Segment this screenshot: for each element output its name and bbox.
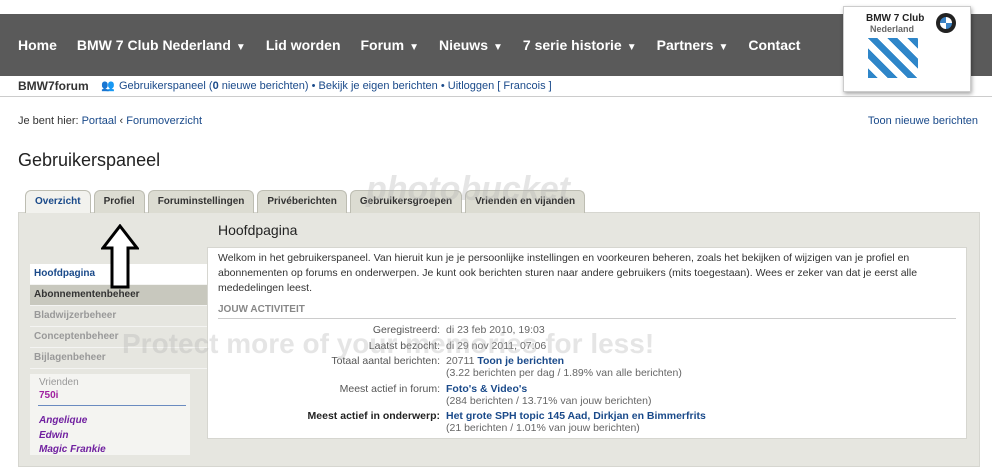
breadcrumb-forum[interactable]: Forumoverzicht <box>126 115 202 127</box>
logo-title: BMW 7 Club <box>866 13 925 24</box>
up-arrow-annotation-icon <box>101 224 139 289</box>
friend-link[interactable]: Angelique <box>39 415 87 426</box>
active-forum-value: Foto's & Video's <box>446 383 527 395</box>
active-topic-stats: (21 berichten / 1.01% van jouw berichten… <box>446 422 640 434</box>
photobucket-tagline: Protect more of your memories for less! <box>122 328 655 359</box>
friend-link[interactable]: Magic Frankie <box>39 444 106 455</box>
divider <box>218 318 956 319</box>
sidebar-item-bookmarks[interactable]: Bladwijzerbeheer <box>30 306 208 327</box>
active-forum-stats: (284 berichten / 13.71% van jouw bericht… <box>446 395 652 407</box>
tab-profile[interactable]: Profiel <box>93 190 145 213</box>
active-topic-label: Meest actief in onderwerp: <box>307 410 440 422</box>
divider <box>38 405 186 406</box>
breadcrumb-portal[interactable]: Portaal <box>82 115 117 127</box>
caret-down-icon: ▼ <box>718 42 729 53</box>
posts-stats: (3.22 berichten per dag / 1.89% van alle… <box>446 367 682 379</box>
nav-contact[interactable]: Contact <box>748 37 800 53</box>
active-forum-label: Meest actief in forum: <box>339 383 440 395</box>
breadcrumb-prefix: Je bent hier: <box>18 115 82 127</box>
forum-user-bar: BMW7forum 👥 Gebruikerspaneel (0 nieuwe be… <box>0 76 992 97</box>
caret-down-icon: ▼ <box>492 42 503 53</box>
caret-down-icon: ▼ <box>409 42 419 53</box>
bmw-logo-icon <box>936 13 956 33</box>
separator: • <box>437 80 448 92</box>
active-forum-link[interactable]: Foto's & Video's <box>446 383 527 395</box>
top-nav-items: Home BMW 7 Club Nederland ▼ Lid worden Fo… <box>18 14 820 76</box>
logout-link[interactable]: Uitloggen [ Francois ] <box>448 80 552 92</box>
friend-link[interactable]: Edwin <box>39 430 68 441</box>
new-posts-link[interactable]: Toon nieuwe berichten <box>868 115 978 127</box>
activity-title: JOUW ACTIVITEIT <box>218 304 305 315</box>
page-title: Gebruikerspaneel <box>18 150 161 170</box>
user-links: 👥 Gebruikerspaneel (0 nieuwe berichten) •… <box>101 80 552 92</box>
logo-subtitle: Nederland <box>870 24 915 34</box>
forum-brand[interactable]: BMW7forum <box>18 79 89 93</box>
breadcrumb: Je bent hier: Portaal ‹ Forumoverzicht <box>18 115 202 127</box>
nav-club[interactable]: BMW 7 Club Nederland ▼ <box>77 37 246 53</box>
tab-private-messages[interactable]: Privéberichten <box>257 190 347 213</box>
nav-forum[interactable]: Forum ▼ <box>361 37 419 53</box>
friends-title: Vrienden <box>39 377 79 388</box>
nav-join[interactable]: Lid worden <box>266 37 341 53</box>
active-topic-value: Het grote SPH topic 145 Aad, Dirkjan en … <box>446 410 706 422</box>
section-heading: Hoofdpagina <box>218 222 298 238</box>
nav-news[interactable]: Nieuws ▼ <box>439 37 503 53</box>
friend-link[interactable]: 750i <box>39 390 58 401</box>
bavarian-flag-icon <box>868 38 918 78</box>
tab-forum-settings[interactable]: Foruminstellingen <box>147 190 255 213</box>
friends-box: Vrienden 750i Angelique Edwin Magic Fran… <box>30 374 190 455</box>
caret-down-icon: ▼ <box>626 42 637 53</box>
photobucket-watermark: photobucket <box>366 170 570 208</box>
own-posts-link[interactable]: Bekijk je eigen berichten <box>319 80 438 92</box>
nav-history[interactable]: 7 serie historie ▼ <box>523 37 637 53</box>
breadcrumb-separator: ‹ <box>116 115 127 127</box>
user-group-icon: 👥 <box>101 79 115 92</box>
separator: • <box>308 80 319 92</box>
tab-overview[interactable]: Overzicht <box>25 190 91 213</box>
nav-home[interactable]: Home <box>18 37 57 53</box>
active-topic-link[interactable]: Het grote SPH topic 145 Aad, Dirkjan en … <box>446 410 706 422</box>
nav-partners[interactable]: Partners ▼ <box>657 37 729 53</box>
caret-down-icon: ▼ <box>235 42 246 53</box>
intro-text: Welkom in het gebruikerspaneel. Van hier… <box>218 252 918 294</box>
control-panel-link[interactable]: Gebruikerspaneel (0 nieuwe berichten) <box>119 80 309 92</box>
